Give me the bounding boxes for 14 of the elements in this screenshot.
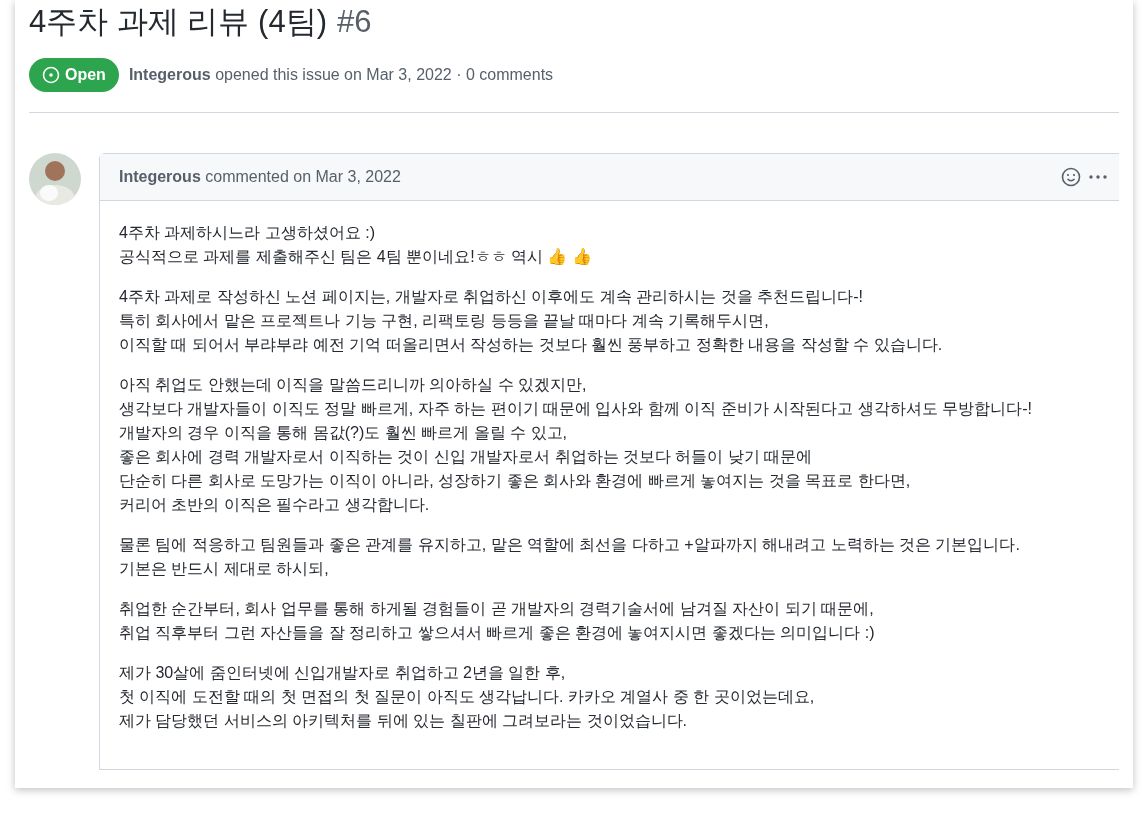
comment-paragraph: 제가 30살에 줌인터넷에 신입개발자로 취업하고 2년을 일한 후, 첫 이직에 도전할 때의 첫 면접의 첫 질문이 아직도 생각납니다. 카카오 계열사 중 한 곳이었는데요, 제가 담당했던 서비스의 아키텍처를 뒤에 있는 칠판에 그려보라는 것이었습니다.	[119, 663, 816, 731]
smiley-icon[interactable]	[1060, 166, 1082, 188]
avatar[interactable]	[29, 153, 81, 205]
issue-number: #6	[336, 3, 372, 41]
comment-paragraph: 4주차 과제하시느라 고생하셨어요 :) 공식적으로 과제를 제출해주신 팀은 4팀 뿐이네요!ㅎㅎ 역시 👍 👍	[119, 223, 593, 267]
comment-paragraph: 물론 팀에 적응하고 팀원들과 좋은 관계를 유지하고, 맡은 역할에 최선을 다하고 +알파까지 해내려고 노력하는 것은 기본입니다. 기본은 반드시 제대로 하시되,	[119, 535, 1021, 579]
comment-paragraph: 취업한 순간부터, 회사 업무를 통해 하게될 경험들이 곧 개발자의 경력기술서에 남겨질 자산이 되기 때문에, 취업 직후부터 그런 자산들을 잘 정리하고 쌓으셔서 빠르게 좋은 환경에 놓여지시면 좋겠다는 의미입니다 :)	[119, 599, 876, 643]
comment-meta: Integerous commented on Mar 3, 2022	[119, 168, 401, 186]
open-issue-icon	[42, 66, 60, 84]
comment-paragraph: 4주차 과제로 작성하신 노션 페이지는, 개발자로 취업하신 이후에도 계속 관리하시는 것을 추천드립니다-! 특히 회사에서 맡은 프로젝트나 기능 구현, 리팩토링 등등을 끝날 때마다 계속 기록해두시면, 이직할 때 되어서 부랴부랴 예전 기억 떠올리면서 작성하는 것보다 훨씬 풍부하고 정확한 내용을 작성할 수 있습니다.	[119, 287, 944, 355]
comment-paragraph: 아직 취업도 안했는데 이직을 말씀드리니까 의아하실 수 있겠지만, 생각보다 개발자들이 이직도 정말 빠르게, 자주 하는 편이기 때문에 입사와 함께 이직 준비가 시작된다고 생각하셔도 무방합니다-! 개발자의 경우 이직을 통해 몸값(?)도 훨씬 빠르게 올릴 수 있고, 좋은 회사에 경력 개발자로서 이직하는 것이 신입 개발자로서 취업하는 것보다 허들이 낮기 때문에 단순히 다른 회사로 도망가는 이직이 아니라, 성장하기 좋은 회사와 환경에 빠르게 놓여지는 것을 목표로 한다면, 커리어 초반의 이직은 필수라고 생각합니다.	[119, 375, 1033, 515]
issue-meta: Integerous opened this issue on Mar 3, 2022 · 0 comments	[128, 66, 554, 84]
issue-title: 4주차 과제 리뷰 (4팀)	[29, 3, 327, 41]
status-badge: Open	[29, 58, 119, 92]
